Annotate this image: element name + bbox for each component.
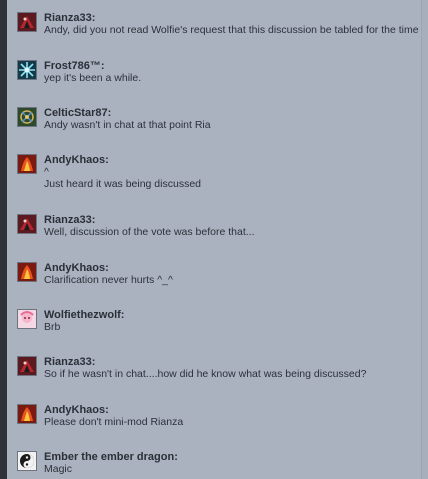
fire-character-avatar[interactable] [17,404,37,424]
fire-character-avatar[interactable] [17,262,37,282]
username[interactable]: AndyKhaos: [44,154,109,167]
yin-yang-dragon-avatar[interactable] [17,451,37,471]
red-black-dragon-avatar[interactable] [17,356,37,376]
message-text: Magic [44,463,73,475]
message-text: Just heard it was being discussed [44,178,202,190]
message-text: Andy, did you not read Wolfie's request … [44,24,422,36]
message-text: Clarification never hurts ^_^ [44,274,173,286]
red-black-dragon-avatar[interactable] [17,12,37,32]
message-text: Well, discussion of the vote was before … [44,226,255,238]
chat-log: Rianza33: Andy, did you not read Wolfie'… [7,0,422,479]
left-sidebar-edge [0,0,7,479]
fire-character-avatar[interactable] [17,154,37,174]
message-text: yep it's been a while. [44,72,142,84]
message-text: Andy wasn't in chat at that point Ria [44,119,211,131]
message-text: So if he wasn't in chat....how did he kn… [44,368,367,380]
message-text: Please don't mini-mod Rianza [44,416,184,428]
red-black-dragon-avatar[interactable] [17,214,37,234]
celtic-knot-avatar[interactable] [17,107,37,127]
ice-crystal-avatar[interactable] [17,60,37,80]
scrollbar-track[interactable] [421,0,428,479]
pink-anime-avatar[interactable] [17,309,37,329]
message-text: Brb [44,321,61,333]
